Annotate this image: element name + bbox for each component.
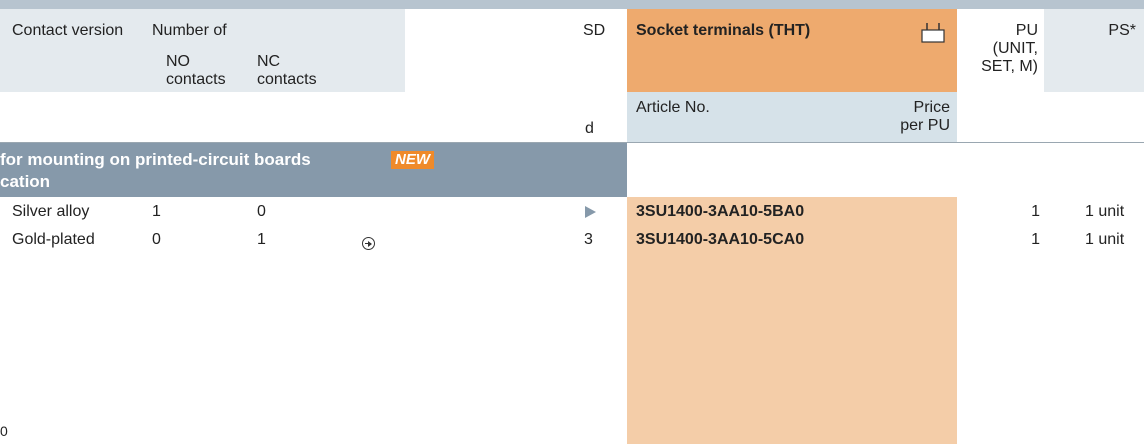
col-pu: PU bbox=[1015, 22, 1038, 39]
col-nc-label: NC bbox=[257, 53, 281, 70]
row-nc-value: 0 bbox=[257, 203, 266, 220]
col-price-2: per PU bbox=[900, 117, 950, 134]
col-nc-label-2: contacts bbox=[257, 71, 317, 88]
row-article-no[interactable]: 3SU1400-3AA10-5BA0 bbox=[636, 203, 804, 221]
row-nc-value: 1 bbox=[257, 231, 266, 248]
circle-arrow-icon bbox=[362, 237, 375, 250]
section-title: for mounting on printed-circuit boards bbox=[0, 150, 311, 169]
col-pu-3: SET, M) bbox=[981, 58, 1038, 75]
row-ps-value: 1 unit bbox=[1085, 203, 1125, 220]
page-number-fragment: 0 bbox=[0, 423, 8, 439]
new-badge: NEW bbox=[391, 151, 434, 169]
play-icon bbox=[585, 206, 596, 218]
row-contact-version: Silver alloy bbox=[12, 203, 90, 220]
socket-title: Socket terminals (THT) bbox=[636, 22, 811, 39]
col-ps: PS* bbox=[1108, 22, 1136, 39]
row-pu-value: 1 bbox=[1031, 231, 1040, 248]
col-no-label-2: contacts bbox=[166, 71, 226, 88]
col-price: Price bbox=[913, 99, 950, 116]
row-no-value: 0 bbox=[152, 231, 161, 248]
top-rule bbox=[0, 0, 1144, 9]
row-sd-value: 3 bbox=[584, 231, 593, 248]
row-ps-value: 1 unit bbox=[1085, 231, 1125, 248]
row-pu-value: 1 bbox=[1031, 203, 1040, 220]
col-pu-2: (UNIT, bbox=[992, 40, 1038, 57]
col-article-no: Article No. bbox=[636, 99, 710, 116]
col-number-of: Number of bbox=[152, 22, 227, 39]
col-sd: SD bbox=[583, 22, 606, 39]
col-contact-version: Contact version bbox=[12, 22, 124, 39]
socket-terminal-icon bbox=[921, 23, 945, 43]
row-no-value: 1 bbox=[152, 203, 161, 220]
col-sd-unit: d bbox=[585, 120, 594, 137]
col-no-label: NO bbox=[166, 53, 190, 70]
section-title-line2: cation bbox=[0, 172, 51, 191]
row-contact-version: Gold-plated bbox=[12, 231, 95, 248]
row-article-no[interactable]: 3SU1400-3AA10-5CA0 bbox=[636, 231, 804, 249]
